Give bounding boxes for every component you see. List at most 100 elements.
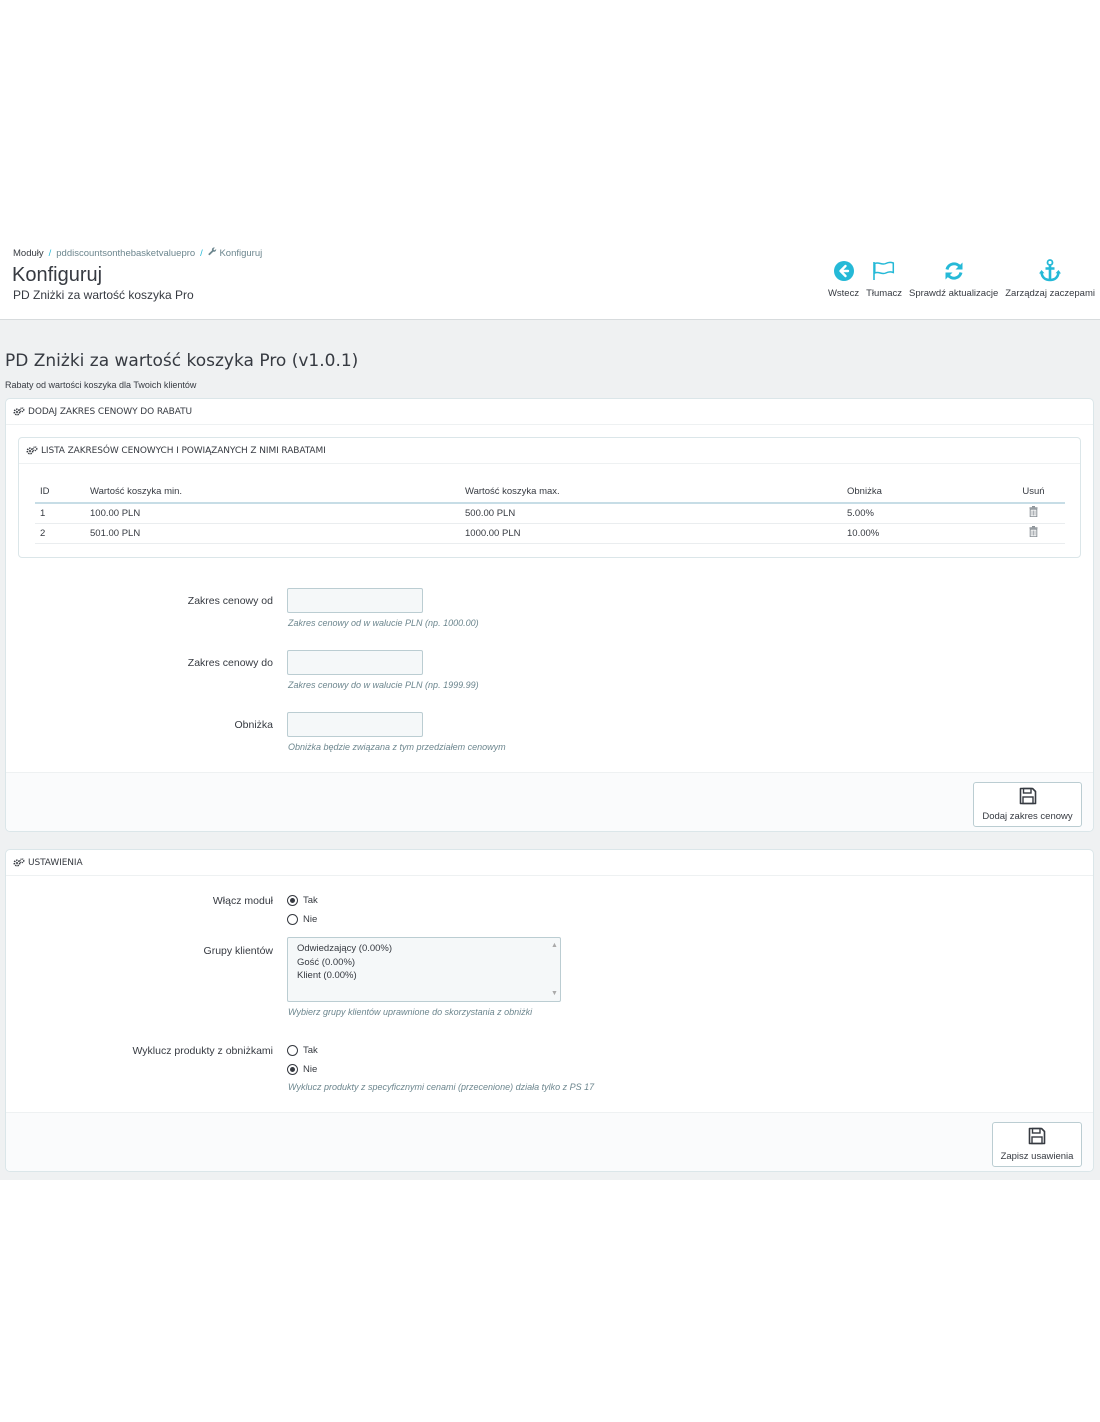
breadcrumb-item-modules[interactable]: Moduły <box>13 248 44 259</box>
customer-groups-select[interactable]: Odwiedzający (0.00%) Gość (0.00%) Klient… <box>287 937 561 1002</box>
column-header-delete: Usuń <box>1002 480 1065 504</box>
check-updates-button[interactable]: Sprawdź aktualizacje <box>909 258 998 299</box>
cell-id: 1 <box>35 503 85 524</box>
radio-label: Tak <box>303 1045 318 1056</box>
settings-panel: USTAWIENIA Włącz moduł Tak Nie Grupy kli… <box>5 849 1094 1172</box>
select-option[interactable]: Gość (0.00%) <box>297 956 560 970</box>
scroll-up-icon: ▲ <box>551 942 558 949</box>
exclude-discounted-yes-radio[interactable]: Tak <box>287 1045 318 1056</box>
exclude-discounted-no-radio[interactable]: Nie <box>287 1064 317 1075</box>
radio-label: Nie <box>303 1064 318 1075</box>
list-heading-label: LISTA ZAKRESÓW CENOWYCH I POWIĄZANYCH Z … <box>41 445 326 456</box>
wrench-icon <box>208 247 217 259</box>
cell-discount: 10.00% <box>842 523 1002 544</box>
cogs-icon <box>13 407 25 416</box>
enable-module-label: Włącz moduł <box>212 895 273 907</box>
trash-icon <box>1029 526 1038 540</box>
cell-max: 500.00 PLN <box>460 503 842 524</box>
price-to-input[interactable] <box>287 650 423 675</box>
panel-heading: USTAWIENIA <box>6 850 1093 876</box>
price-range-table: ID Wartość koszyka min. Wartość koszyka … <box>35 480 1065 544</box>
table-row: 1 100.00 PLN 500.00 PLN 5.00% <box>35 503 1065 524</box>
breadcrumb-item-module[interactable]: pddiscountsonthebasketvaluepro <box>56 248 195 259</box>
translate-button[interactable]: Tłumacz <box>866 258 902 299</box>
floppy-disk-icon <box>1028 1127 1046 1148</box>
add-price-range-button[interactable]: Dodaj zakres cenowy <box>973 782 1082 827</box>
panel-footer: Zapisz usawienia <box>6 1112 1093 1171</box>
breadcrumb-separator: / <box>200 248 203 259</box>
list-heading: LISTA ZAKRESÓW CENOWYCH I POWIĄZANYCH Z … <box>19 438 1080 464</box>
radio-dot <box>287 895 298 906</box>
radio-dot <box>287 1045 298 1056</box>
panel-heading-label: DODAJ ZAKRES CENOWY DO RABATU <box>28 406 192 417</box>
arrow-left-circle-icon <box>833 258 855 284</box>
manage-hooks-button[interactable]: Zarządzaj zaczepami <box>1005 258 1095 299</box>
cogs-icon <box>13 858 25 867</box>
table-header-row: ID Wartość koszyka min. Wartość koszyka … <box>35 480 1065 504</box>
cell-min: 100.00 PLN <box>85 503 460 524</box>
save-settings-label: Zapisz usawienia <box>1000 1151 1074 1162</box>
panel-heading-label: USTAWIENIA <box>28 857 83 868</box>
discount-input[interactable] <box>287 712 423 737</box>
select-option[interactable]: Klient (0.00%) <box>297 969 560 983</box>
breadcrumb-separator: / <box>48 248 52 259</box>
page-title: Konfiguruj <box>12 264 103 286</box>
admin-app: Moduły / pddiscountsonthebasketvaluepro / K… <box>0 238 1100 1180</box>
breadcrumb: Moduły / pddiscountsonthebasketvaluepro / K… <box>13 247 262 259</box>
exclude-discounted-label: Wyklucz produkty z obniżkami <box>132 1045 273 1057</box>
trash-icon <box>1029 506 1038 520</box>
price-from-input[interactable] <box>287 588 423 613</box>
column-header-id: ID <box>35 480 85 504</box>
customer-groups-help: Wybierz grupy klientów uprawnione do sko… <box>288 1007 533 1017</box>
table-row: 2 501.00 PLN 1000.00 PLN 10.00% <box>35 523 1065 544</box>
delete-button[interactable] <box>1002 523 1065 544</box>
select-option[interactable]: Odwiedzający (0.00%) <box>297 942 560 956</box>
page-subtitle: PD Zniżki za wartość koszyka Pro <box>13 288 194 302</box>
refresh-icon <box>943 258 965 284</box>
save-settings-button[interactable]: Zapisz usawienia <box>992 1122 1082 1167</box>
discount-help: Obniżka będzie związana z tym przedziałe… <box>288 742 506 752</box>
cell-id: 2 <box>35 523 85 544</box>
radio-dot <box>287 914 298 925</box>
discount-label: Obniżka <box>234 719 273 731</box>
page-header: Moduły / pddiscountsonthebasketvaluepro / K… <box>0 238 1100 320</box>
enable-module-yes-radio[interactable]: Tak <box>287 895 318 906</box>
translate-label: Tłumacz <box>866 288 902 299</box>
cell-max: 1000.00 PLN <box>460 523 842 544</box>
panel-heading: DODAJ ZAKRES CENOWY DO RABATU <box>6 399 1093 425</box>
panel-footer: Dodaj zakres cenowy <box>6 772 1093 831</box>
cell-discount: 5.00% <box>842 503 1002 524</box>
breadcrumb-item-configure: Konfiguruj <box>219 248 263 259</box>
exclude-discounted-help: Wyklucz produkty z specyficznymi cenami … <box>288 1082 595 1092</box>
radio-label: Tak <box>303 895 318 906</box>
radio-label: Nie <box>303 914 318 925</box>
price-from-label: Zakres cenowy od <box>187 595 273 607</box>
price-to-help: Zakres cenowy do w walucie PLN (np. 1999… <box>288 680 479 690</box>
customer-groups-label: Grupy klientów <box>203 945 273 957</box>
delete-button[interactable] <box>1002 503 1065 524</box>
check-updates-label: Sprawdź aktualizacje <box>908 288 999 299</box>
module-description: Rabaty od wartości koszyka dla Twoich kl… <box>5 380 197 390</box>
price-range-list-panel: LISTA ZAKRESÓW CENOWYCH I POWIĄZANYCH Z … <box>18 437 1081 558</box>
scrollbar[interactable]: ▲ ▼ <box>549 938 560 1001</box>
cell-min: 501.00 PLN <box>85 523 460 544</box>
floppy-disk-icon <box>1019 787 1037 808</box>
anchor-icon <box>1039 258 1062 284</box>
price-to-label: Zakres cenowy do <box>187 657 273 669</box>
column-header-max: Wartość koszyka max. <box>460 480 842 504</box>
add-price-range-panel: DODAJ ZAKRES CENOWY DO RABATU LISTA ZAKR… <box>5 398 1094 832</box>
add-price-range-label: Dodaj zakres cenowy <box>982 811 1073 822</box>
enable-module-no-radio[interactable]: Nie <box>287 914 317 925</box>
module-title: PD Zniżki za wartość koszyka Pro (v1.0.1… <box>5 351 359 371</box>
column-header-min: Wartość koszyka min. <box>85 480 460 504</box>
back-label: Wstecz <box>827 288 860 299</box>
manage-hooks-label: Zarządzaj zaczepami <box>1005 288 1095 299</box>
price-from-help: Zakres cenowy od w walucie PLN (np. 1000… <box>288 618 479 628</box>
column-header-discount: Obniżka <box>842 480 1002 504</box>
toolbar: Wstecz Tłumacz Sprawdź aktualizacje Zarz… <box>828 258 1095 299</box>
cogs-icon <box>26 446 38 455</box>
back-button[interactable]: Wstecz <box>828 258 859 299</box>
flag-icon <box>872 258 896 284</box>
radio-dot <box>287 1064 298 1075</box>
scroll-down-icon: ▼ <box>551 989 558 997</box>
